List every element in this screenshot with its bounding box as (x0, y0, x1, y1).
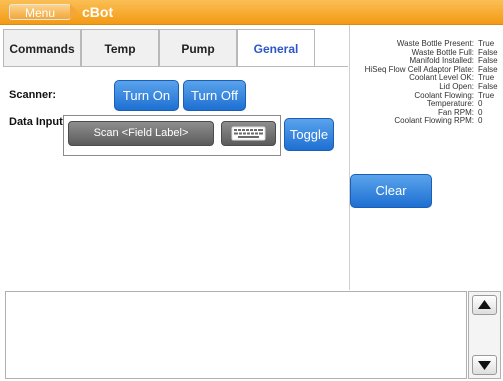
clear-button[interactable]: Clear (350, 174, 432, 208)
general-panel: Commands Temp Pump General (0, 25, 350, 290)
scroll-down-button[interactable] (472, 355, 497, 375)
menu-button[interactable]: Menu (9, 4, 78, 20)
turn-off-button[interactable]: Turn Off (183, 80, 246, 111)
app-title: cBot (82, 4, 114, 20)
tab-pump[interactable]: Pump (159, 29, 237, 67)
arrow-up-icon (478, 300, 491, 309)
scroll-up-button[interactable] (472, 295, 497, 315)
status-list: Waste Bottle Present: True Waste Bottle F… (330, 39, 500, 126)
status-value: 0 (478, 116, 483, 126)
toggle-button[interactable]: Toggle (284, 118, 334, 151)
tab-divider (3, 66, 348, 67)
data-input-label: Data Input: (9, 116, 67, 128)
status-key: Coolant Flowing RPM: (394, 116, 474, 126)
arrow-down-icon (478, 361, 491, 370)
title-bar: Menu cBot (0, 0, 503, 25)
scan-field-button[interactable]: Scan <Field Label> (68, 121, 214, 146)
scanner-label: Scanner: (9, 89, 57, 101)
status-row: Coolant Flowing RPM: 0 (330, 117, 500, 126)
keyboard-icon (231, 126, 266, 141)
tab-general[interactable]: General (237, 29, 315, 67)
tab-temp[interactable]: Temp (81, 29, 159, 67)
status-row: Temperature: 0 (330, 100, 500, 109)
tab-commands[interactable]: Commands (3, 29, 81, 67)
tab-bar: Commands Temp Pump General (3, 29, 348, 67)
turn-on-button[interactable]: Turn On (114, 80, 179, 111)
data-input-group: Scan <Field Label> (63, 115, 281, 156)
status-row: Coolant Flowing: True (330, 91, 500, 101)
log-output[interactable] (5, 291, 467, 379)
keyboard-button[interactable] (221, 121, 276, 146)
status-row: Coolant Level OK: True (330, 74, 500, 83)
log-scrollbar[interactable] (468, 291, 501, 379)
